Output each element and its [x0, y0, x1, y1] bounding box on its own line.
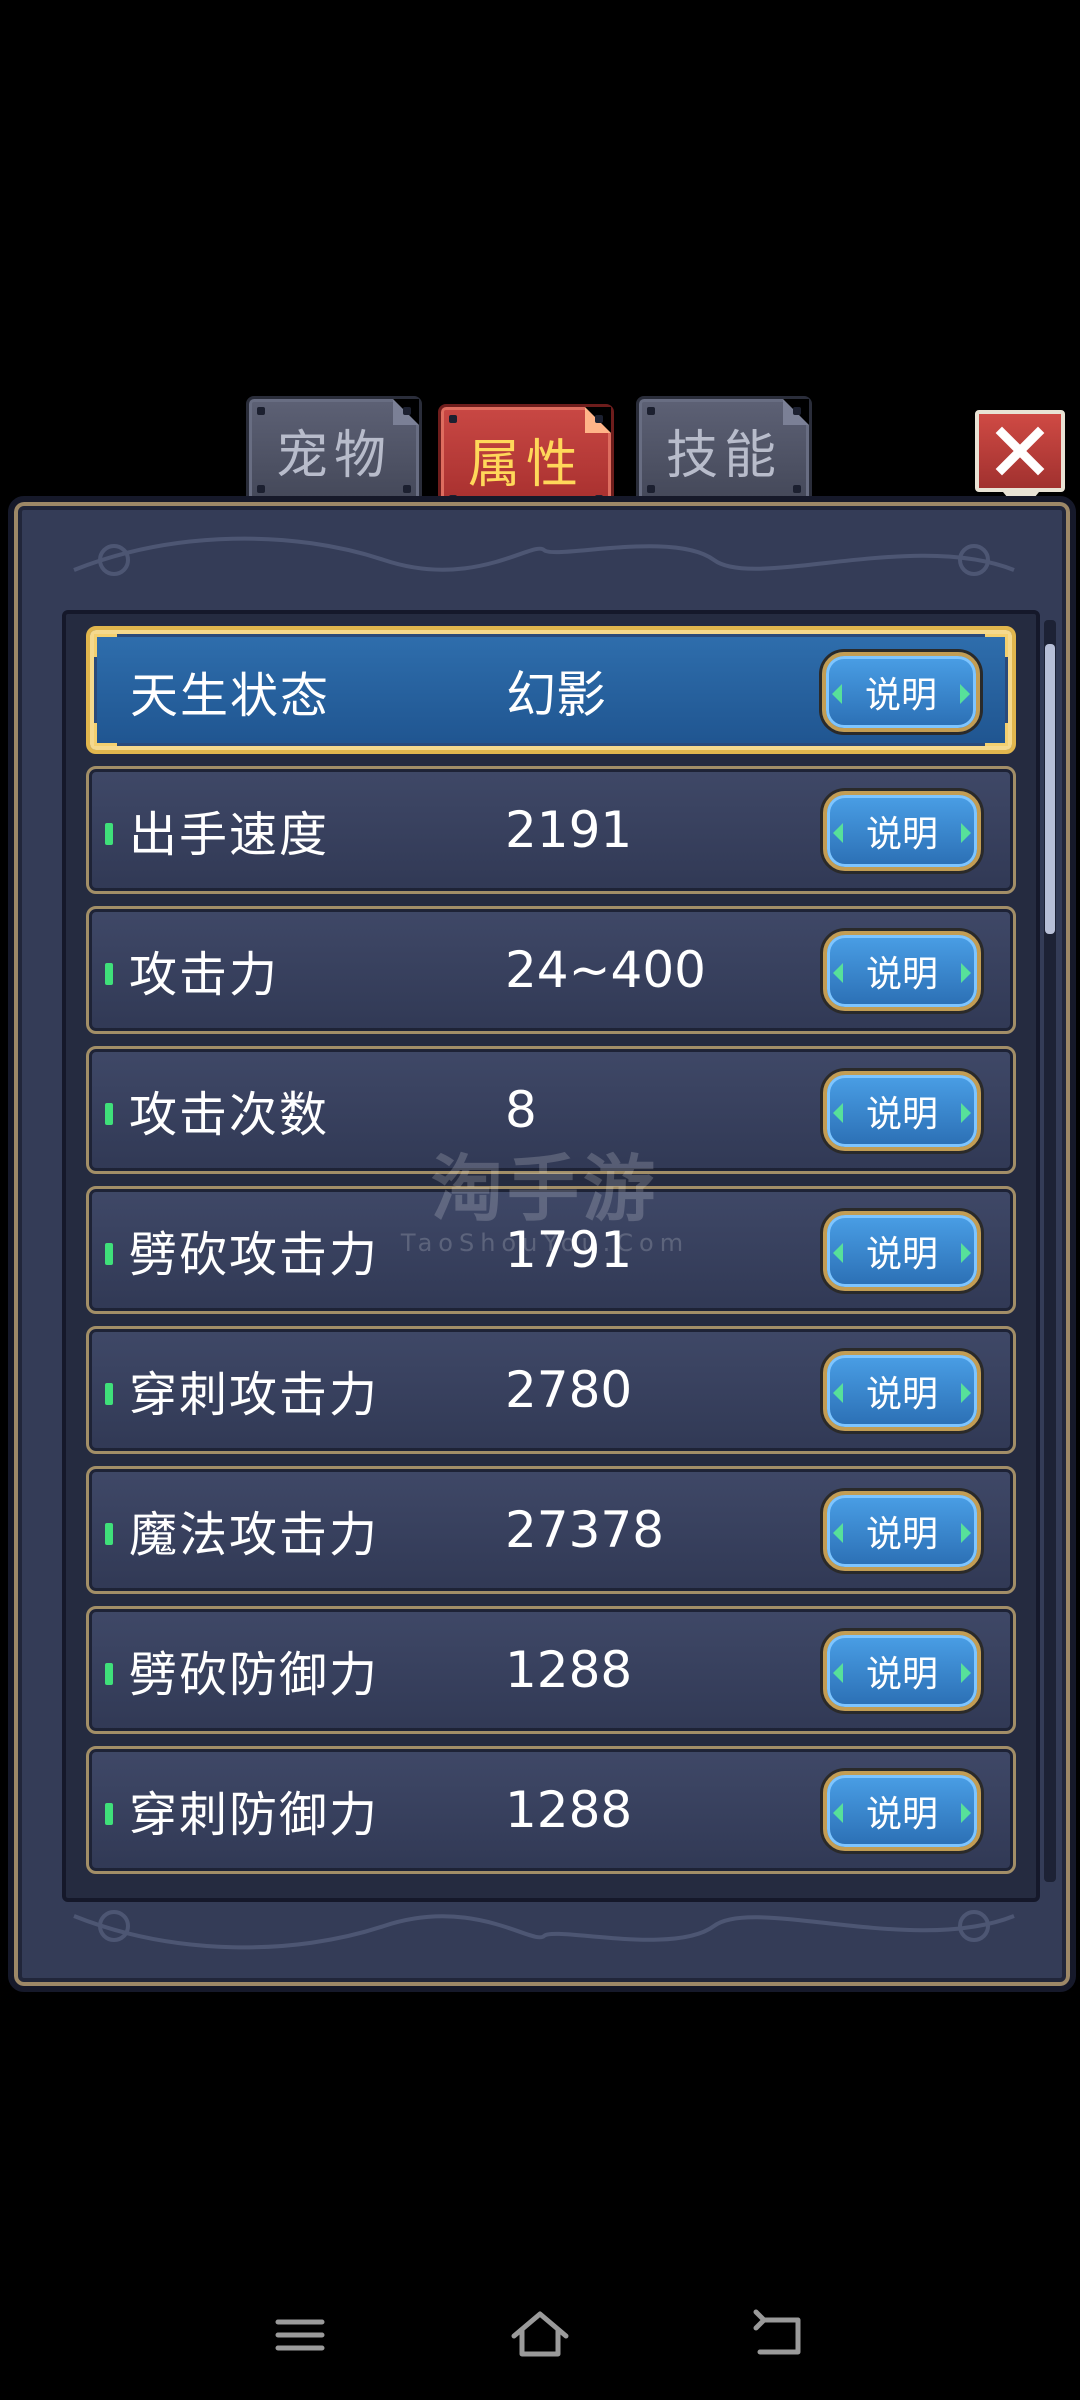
attribute-row[interactable]: 魔法攻击力 27378 说明	[86, 1466, 1016, 1594]
attribute-value: 2780	[505, 1361, 633, 1419]
tab-skills[interactable]: 技能	[636, 396, 812, 504]
attribute-value: 27378	[505, 1501, 665, 1559]
info-button-label: 说明	[865, 1234, 938, 1275]
attribute-row[interactable]: 穿刺防御力 1288 说明	[86, 1746, 1016, 1874]
attribute-value: 1288	[505, 1641, 633, 1699]
attributes-panel: 天生状态 幻影 说明 出手速度 2191 说明 攻击力 24~400 说明 攻击次数 8 说明 劈砍攻击…	[8, 496, 1076, 1992]
attribute-row[interactable]: 劈砍防御力 1288 说明	[86, 1606, 1016, 1734]
info-button[interactable]: 说明	[823, 1351, 981, 1431]
attribute-value: 1288	[505, 1781, 633, 1839]
attribute-value: 1791	[505, 1221, 633, 1279]
info-button-label: 说明	[865, 1794, 938, 1835]
row-indicator	[105, 1663, 113, 1685]
attribute-row[interactable]: 天生状态 幻影 说明	[86, 626, 1016, 754]
attribute-row[interactable]: 攻击力 24~400 说明	[86, 906, 1016, 1034]
info-button-label: 说明	[865, 1374, 938, 1415]
arrow-left-icon	[833, 1243, 843, 1263]
tab-pet-label: 宠物	[275, 425, 392, 486]
attribute-label: 天生状态	[130, 668, 331, 724]
tab-pet[interactable]: 宠物	[246, 396, 422, 504]
attribute-value: 8	[505, 1081, 537, 1139]
info-button-label: 说明	[864, 675, 937, 716]
arrow-left-icon	[833, 1803, 843, 1823]
info-button[interactable]: 说明	[823, 1071, 981, 1151]
close-icon	[995, 426, 1045, 476]
navigation-bar	[0, 2290, 1080, 2380]
arrow-right-icon	[961, 1803, 971, 1823]
info-button[interactable]: 说明	[823, 1631, 981, 1711]
info-button[interactable]: 说明	[823, 1491, 981, 1571]
arrow-right-icon	[961, 1523, 971, 1543]
row-indicator	[105, 1243, 113, 1265]
panel-ornament-bottom	[73, 1910, 1015, 1950]
arrow-left-icon	[833, 823, 843, 843]
arrow-left-icon	[833, 1523, 843, 1543]
attribute-label: 魔法攻击力	[129, 1507, 380, 1563]
row-indicator	[105, 1103, 113, 1125]
attribute-label: 穿刺攻击力	[129, 1367, 380, 1423]
arrow-right-icon	[960, 684, 970, 704]
attribute-value: 2191	[505, 801, 633, 859]
arrow-right-icon	[961, 1243, 971, 1263]
info-button[interactable]: 说明	[823, 1771, 981, 1851]
info-button[interactable]: 说明	[823, 791, 981, 871]
row-ornament	[985, 634, 1008, 657]
info-button-label: 说明	[865, 1654, 938, 1695]
tab-skills-label: 技能	[665, 425, 782, 486]
arrow-right-icon	[961, 1663, 971, 1683]
arrow-left-icon	[833, 963, 843, 983]
scrollbar-thumb[interactable]	[1045, 644, 1055, 934]
attribute-label: 劈砍防御力	[129, 1647, 380, 1703]
info-button-label: 说明	[865, 1094, 938, 1135]
scrollbar[interactable]	[1044, 620, 1056, 1882]
attribute-label: 劈砍攻击力	[129, 1227, 380, 1283]
attribute-value: 24~400	[505, 941, 706, 999]
info-button[interactable]: 说明	[822, 652, 980, 732]
game-screen: 宠物 属性 技能 天生状态 幻影 说明 出手速度 2191 说明 攻击力 24~400 说明 攻击…	[0, 0, 1080, 2400]
info-button-label: 说明	[865, 814, 938, 855]
row-ornament	[94, 634, 117, 657]
arrow-right-icon	[961, 823, 971, 843]
arrow-left-icon	[833, 1103, 843, 1123]
tab-attributes-label: 属性	[467, 434, 584, 495]
menu-icon[interactable]	[260, 2300, 340, 2370]
info-button-label: 说明	[865, 1514, 938, 1555]
arrow-left-icon	[833, 1663, 843, 1683]
arrow-right-icon	[961, 1383, 971, 1403]
row-ornament	[94, 723, 117, 746]
home-icon[interactable]	[500, 2300, 580, 2370]
info-button[interactable]: 说明	[823, 931, 981, 1011]
attribute-row[interactable]: 出手速度 2191 说明	[86, 766, 1016, 894]
panel-ornament-top	[73, 536, 1015, 576]
back-icon[interactable]	[740, 2300, 820, 2370]
attribute-row[interactable]: 穿刺攻击力 2780 说明	[86, 1326, 1016, 1454]
attribute-row[interactable]: 劈砍攻击力 1791 说明	[86, 1186, 1016, 1314]
attribute-label: 出手速度	[129, 807, 330, 863]
row-indicator	[105, 823, 113, 845]
row-indicator	[105, 1383, 113, 1405]
info-button[interactable]: 说明	[823, 1211, 981, 1291]
arrow-left-icon	[832, 684, 842, 704]
info-button-label: 说明	[865, 954, 938, 995]
arrow-right-icon	[961, 1103, 971, 1123]
attribute-label: 穿刺防御力	[129, 1787, 380, 1843]
attribute-label: 攻击次数	[129, 1087, 330, 1143]
row-indicator	[105, 963, 113, 985]
row-ornament	[985, 723, 1008, 746]
arrow-left-icon	[833, 1383, 843, 1403]
attribute-row[interactable]: 攻击次数 8 说明	[86, 1046, 1016, 1174]
close-button[interactable]	[975, 410, 1065, 514]
attribute-list[interactable]: 天生状态 幻影 说明 出手速度 2191 说明 攻击力 24~400 说明 攻击次数 8 说明 劈砍攻击…	[62, 610, 1040, 1902]
row-indicator	[105, 1523, 113, 1545]
arrow-right-icon	[961, 963, 971, 983]
attribute-value: 幻影	[506, 666, 606, 724]
attribute-label: 攻击力	[129, 947, 280, 1003]
row-indicator	[105, 1803, 113, 1825]
